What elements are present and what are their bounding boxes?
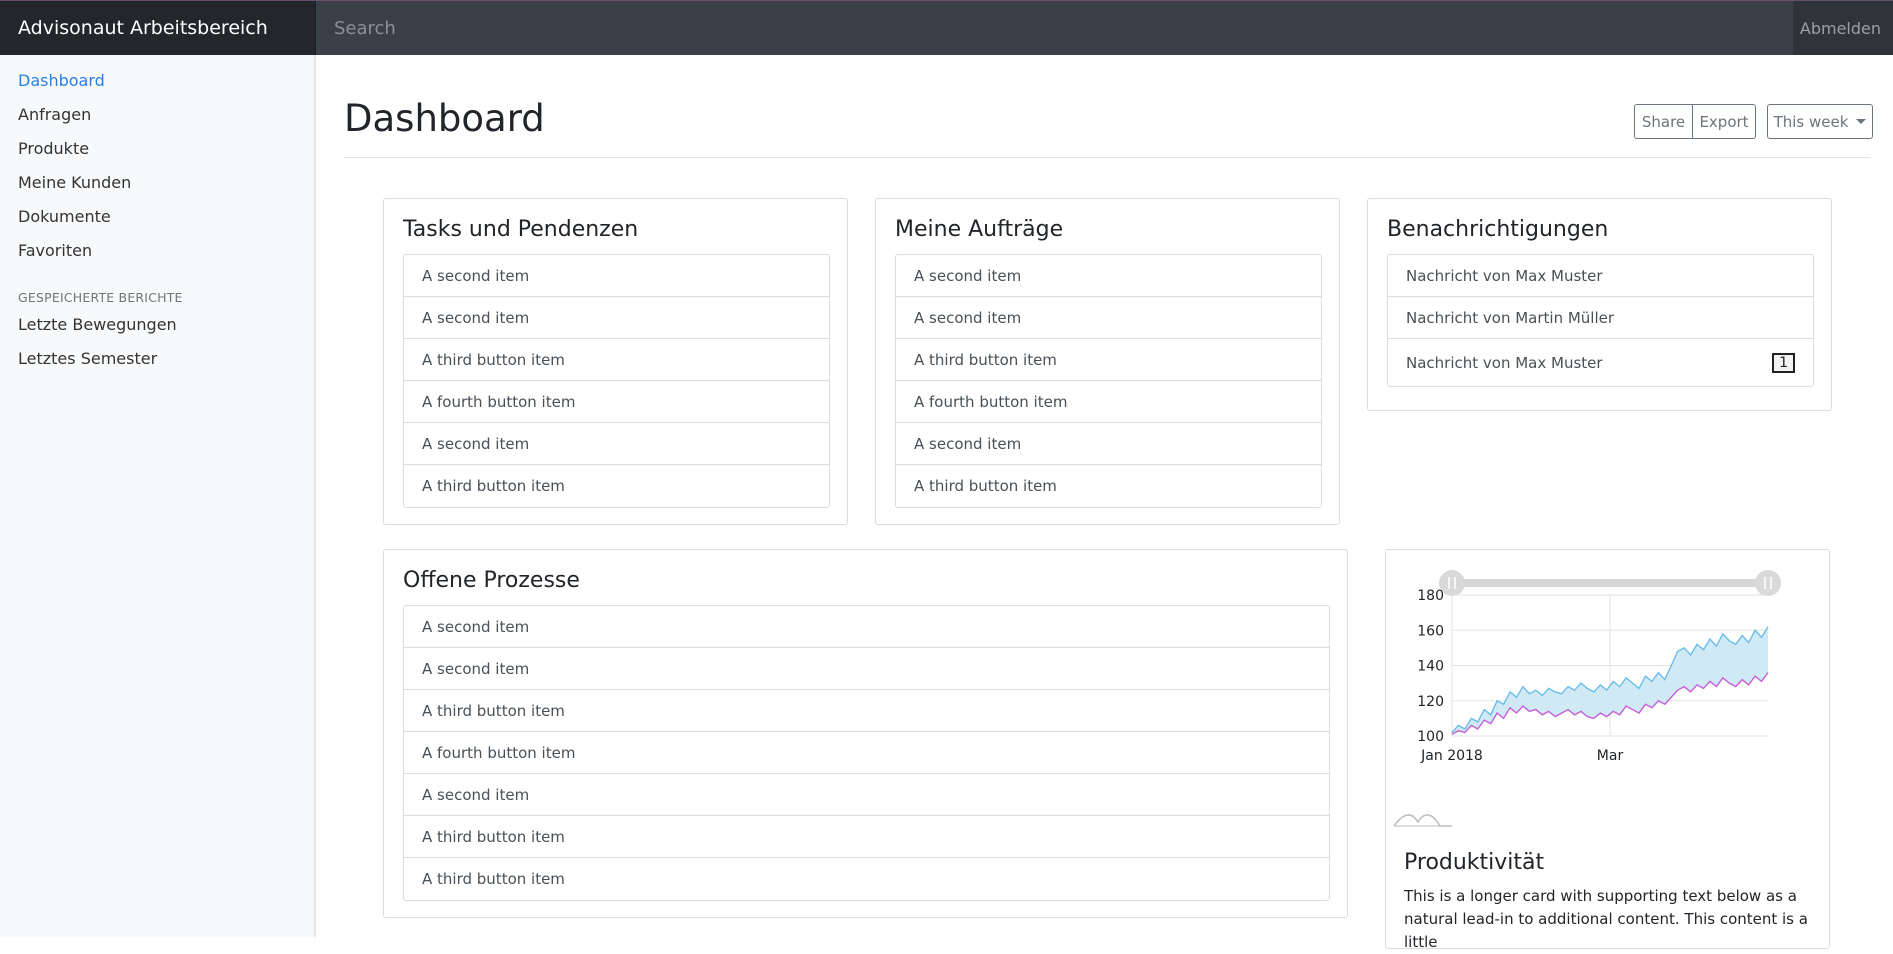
list-item[interactable]: Nachricht von Max Muster 1 [1388, 339, 1813, 386]
processes-card: Offene Prozesse A second item A second i… [383, 549, 1348, 918]
tasks-list: A second item A second item A third butt… [403, 254, 830, 508]
list-item[interactable]: Nachricht von Martin Müller [1388, 297, 1813, 339]
title-divider [344, 157, 1871, 158]
sidebar-item-favoriten[interactable]: Favoriten [18, 241, 92, 260]
list-item[interactable]: A second item [896, 255, 1321, 297]
list-item[interactable]: A third button item [404, 690, 1329, 732]
list-item[interactable]: A third button item [404, 858, 1329, 900]
list-item[interactable]: A second item [404, 297, 829, 339]
list-item[interactable]: A second item [896, 423, 1321, 465]
y-tick-label: 180 [1417, 588, 1444, 604]
card-title: Meine Aufträge [895, 217, 1064, 242]
page-title: Dashboard [344, 97, 545, 140]
top-navbar: Advisonaut Arbeitsbereich Abmelden [0, 0, 1893, 55]
list-item[interactable]: A second item [404, 606, 1329, 648]
sidebar-item-produkte[interactable]: Produkte [18, 139, 89, 158]
sidebar: Dashboard Anfragen Produkte Meine Kunden… [0, 55, 316, 937]
productivity-chart[interactable]: 100 120 140 160 180 Jan 2018 Mar [1386, 550, 1831, 840]
list-item[interactable]: A third button item [404, 465, 829, 507]
card-title: Offene Prozesse [403, 568, 580, 593]
notifications-list: Nachricht von Max Muster Nachricht von M… [1387, 254, 1814, 387]
list-item[interactable]: A fourth button item [896, 381, 1321, 423]
card-text: This is a longer card with supporting te… [1404, 887, 1808, 951]
orders-card: Meine Aufträge A second item A second it… [875, 198, 1340, 525]
export-button[interactable]: Export [1692, 104, 1756, 139]
saved-reports-heading: GESPEICHERTE BERICHTE [18, 290, 183, 305]
brand-logo[interactable]: Advisonaut Arbeitsbereich [0, 1, 316, 55]
card-title: Produktivität [1404, 850, 1545, 875]
sidebar-item-letzte-bewegungen[interactable]: Letzte Bewegungen [18, 315, 177, 334]
sidebar-item-dashboard[interactable]: Dashboard [18, 71, 105, 90]
period-dropdown-label: This week [1773, 112, 1849, 131]
x-tick-label: Jan 2018 [1420, 748, 1483, 764]
main-content: Dashboard Share Export This week Tasks u… [317, 55, 1893, 951]
list-item[interactable]: Nachricht von Max Muster [1388, 255, 1813, 297]
range-slider-right-handle[interactable] [1755, 570, 1781, 596]
card-title: Benachrichtigungen [1387, 217, 1609, 242]
notifications-card: Benachrichtigungen Nachricht von Max Mus… [1367, 198, 1832, 411]
list-item[interactable]: A fourth button item [404, 381, 829, 423]
orders-list: A second item A second item A third butt… [895, 254, 1322, 508]
caret-down-icon [1856, 119, 1867, 124]
card-title: Tasks und Pendenzen [403, 217, 639, 242]
share-button[interactable]: Share [1634, 104, 1693, 139]
signout-link[interactable]: Abmelden [1793, 1, 1893, 55]
list-item[interactable]: A second item [404, 255, 829, 297]
range-slider-track [1452, 579, 1768, 587]
period-dropdown[interactable]: This week [1767, 104, 1873, 139]
y-tick-label: 100 [1417, 729, 1444, 745]
list-item[interactable]: A third button item [404, 339, 829, 381]
sidebar-item-meine-kunden[interactable]: Meine Kunden [18, 173, 131, 192]
x-tick-label: Mar [1597, 748, 1624, 764]
y-tick-label: 120 [1417, 694, 1444, 710]
y-tick-label: 160 [1417, 623, 1444, 639]
notification-text: Nachricht von Max Muster [1406, 353, 1603, 372]
list-item[interactable]: A fourth button item [404, 732, 1329, 774]
list-item[interactable]: A third button item [896, 465, 1321, 507]
sidebar-item-anfragen[interactable]: Anfragen [18, 105, 91, 124]
list-item[interactable]: A second item [896, 297, 1321, 339]
search-input[interactable] [316, 1, 1793, 55]
list-item[interactable]: A second item [404, 648, 1329, 690]
tasks-card: Tasks und Pendenzen A second item A seco… [383, 198, 848, 525]
productivity-card: 100 120 140 160 180 Jan 2018 Mar Produktivität… [1385, 549, 1831, 951]
notification-badge: 1 [1772, 352, 1795, 373]
y-tick-label: 140 [1417, 659, 1444, 675]
processes-list: A second item A second item A third butt… [403, 605, 1330, 901]
list-item[interactable]: A second item [404, 774, 1329, 816]
list-item[interactable]: A third button item [896, 339, 1321, 381]
sidebar-item-letztes-semester[interactable]: Letztes Semester [18, 349, 157, 368]
list-item[interactable]: A third button item [404, 816, 1329, 858]
sidebar-item-dokumente[interactable]: Dokumente [18, 207, 111, 226]
list-item[interactable]: A second item [404, 423, 829, 465]
mini-sparkline-icon [1393, 814, 1452, 827]
